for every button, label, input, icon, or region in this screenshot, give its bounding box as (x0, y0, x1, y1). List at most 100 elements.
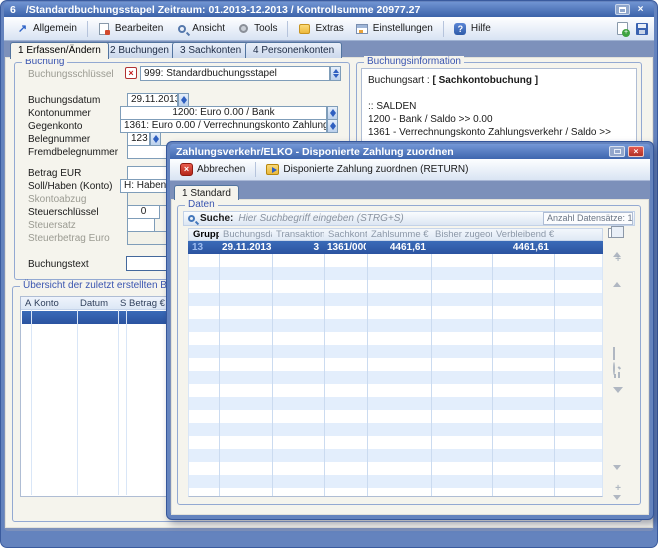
disponierte-zahlung-zuordnen-button[interactable]: Disponierte Zahlung zuordnen (RETURN) (262, 162, 472, 177)
col-gruppe[interactable]: Gruppe (189, 229, 219, 240)
grid-header-row: Gruppe Buchungsdatum Transaktion Sachkon… (188, 228, 603, 241)
scroll-down-icon[interactable] (613, 470, 623, 478)
menu-separator (287, 21, 288, 37)
grid-column-divider (367, 254, 368, 496)
menu-label: Allgemein (33, 23, 77, 34)
dialog-minimize-button[interactable] (609, 146, 625, 157)
scroll-to-top-icon[interactable] (613, 241, 623, 249)
row-height-icon[interactable] (613, 348, 623, 356)
minimize-icon (614, 149, 621, 154)
menu-einstellungen[interactable]: Einstellungen (350, 19, 439, 38)
dialog-data-grid[interactable]: Gruppe Buchungsdatum Transaktion Sachkon… (188, 228, 603, 497)
save-icon[interactable] (636, 23, 648, 35)
grid-search-icon[interactable] (613, 363, 623, 371)
cell-zahlsumme: 4461,61 (366, 241, 430, 254)
menu-hilfe[interactable]: ?Hilfe (448, 19, 497, 38)
kontonummer-field[interactable]: 1200: Euro 0.00 / Bank (120, 106, 327, 120)
col-empty (554, 229, 602, 240)
application-window: 6 /Standardbuchungsstapel Zeitraum: 01.2… (0, 0, 658, 548)
tab-buchungen[interactable]: 2 Buchungen (102, 42, 177, 58)
scroll-page-down-icon[interactable]: + (613, 485, 623, 493)
menu-label: Einstellungen (373, 23, 433, 34)
steuerschluessel-field[interactable]: 0 (127, 205, 160, 219)
scroll-up-icon[interactable] (613, 271, 623, 279)
clear-buchungsschluessel-button[interactable]: × (125, 67, 137, 79)
grid-selected-row[interactable]: 13 29.11.2013 /Fr 3 1361/000 4461,61 446… (188, 241, 603, 254)
menubar: ↗Allgemein Bearbeiten Ansicht Tools Extr… (4, 17, 654, 41)
buchungsdatum-field[interactable]: 29.11.2013 /Fr (127, 93, 178, 107)
buchungsschluessel-spinner[interactable] (330, 66, 341, 81)
search-label: Suche: (200, 213, 233, 224)
dialog-tab-standard[interactable]: 1 Standard (174, 185, 239, 200)
dialog-titlebar[interactable]: Zahlungsverkehr/ELKO - Disponierte Zahlu… (170, 144, 650, 159)
grid-column-divider (431, 254, 432, 496)
col-a[interactable]: A (25, 298, 31, 309)
menu-ansicht[interactable]: Ansicht (169, 19, 231, 38)
cell-buchungsdatum: 29.11.2013 /Fr (218, 241, 271, 254)
tab-erfassen-aendern[interactable]: 1 Erfassen/Ändern (10, 42, 109, 59)
search-placeholder: Hier Suchbegriff eingeben (STRG+S) (238, 213, 403, 224)
belegnummer-field[interactable]: 123 (127, 132, 150, 146)
grid-filter-icon[interactable] (613, 393, 623, 401)
cell-verbleibend: 4461,61 (491, 241, 553, 254)
assign-label: Disponierte Zahlung zuordnen (RETURN) (283, 164, 468, 175)
col-zahlsumme[interactable]: Zahlsumme € (367, 229, 431, 240)
restore-window-button[interactable] (615, 4, 630, 15)
column-chooser-icon[interactable] (608, 228, 619, 238)
menu-tools[interactable]: Tools (231, 19, 283, 38)
gegenkonto-field[interactable]: 1361: Euro 0.00 / Verrechnungskonto Zahl… (120, 119, 327, 133)
menu-extras[interactable]: Extras (292, 19, 349, 38)
menu-label: Extras (315, 23, 343, 34)
col-transaktion[interactable]: Transaktion (272, 229, 324, 240)
buchungstext-label: Buchungstext (28, 259, 89, 270)
dialog-close-button[interactable]: × (628, 146, 644, 157)
assign-icon (266, 164, 279, 175)
scroll-page-up-icon[interactable]: + (613, 256, 623, 264)
kontonummer-label: Kontonummer (28, 108, 91, 119)
kontonummer-spinner[interactable] (327, 106, 338, 120)
window-number: 6 (10, 4, 16, 16)
col-buchungsdatum[interactable]: Buchungsdatum (219, 229, 272, 240)
col-s[interactable]: S (120, 298, 126, 309)
gegenkonto-spinner[interactable] (327, 119, 338, 133)
col-sachkonto[interactable]: Sachkonto (324, 229, 367, 240)
col-datum[interactable]: Datum (80, 298, 108, 309)
tab-personenkonten[interactable]: 4 Personenkonten (245, 42, 342, 58)
grid-empty-rows[interactable] (188, 254, 603, 497)
toolbar-separator (255, 162, 256, 177)
grid-scroll-column: + + (610, 241, 626, 508)
column-divider (118, 310, 119, 495)
column-divider (126, 310, 127, 495)
buchungsschluessel-field[interactable]: 999: Standardbuchungsstapel (140, 66, 330, 81)
gegenkonto-label: Gegenkonto (28, 121, 83, 132)
grid-column-divider (219, 254, 220, 496)
fremdbelegnummer-label: Fremdbelegnummer (28, 147, 118, 158)
restore-icon (619, 7, 626, 13)
buchungsdatum-label: Buchungsdatum (28, 95, 100, 106)
help-icon: ? (454, 23, 466, 35)
col-bisher-zugeordnet[interactable]: Bisher zugeordnet (431, 229, 492, 240)
tab-sachkonten[interactable]: 3 Sachkonten (172, 42, 249, 58)
new-document-icon[interactable] (617, 22, 628, 35)
grid-column-divider (554, 254, 555, 496)
scroll-to-bottom-icon[interactable] (613, 500, 623, 508)
menu-separator (87, 21, 88, 37)
col-betrag[interactable]: Betrag € (129, 298, 165, 309)
menu-bearbeiten[interactable]: Bearbeiten (92, 19, 169, 38)
col-konto[interactable]: Konto (34, 298, 59, 309)
belegnummer-spinner[interactable] (150, 132, 161, 146)
cell-gruppe: 13 (188, 241, 218, 254)
menu-label: Bearbeiten (115, 23, 163, 34)
menu-label: Ansicht (192, 23, 225, 34)
buchungsdatum-spinner[interactable] (178, 93, 189, 107)
grid-chart-icon[interactable] (613, 378, 623, 386)
grid-column-divider (272, 254, 273, 496)
col-verbleibend[interactable]: Verbleibend € (492, 229, 554, 240)
menu-allgemein[interactable]: ↗Allgemein (10, 19, 83, 38)
menu-separator (443, 21, 444, 37)
cancel-x-icon: × (180, 163, 193, 176)
column-divider (77, 310, 78, 495)
close-window-button[interactable]: × (633, 4, 648, 15)
abbrechen-button[interactable]: × Abbrechen (176, 161, 249, 178)
main-titlebar[interactable]: 6 /Standardbuchungsstapel Zeitraum: 01.2… (4, 2, 654, 17)
